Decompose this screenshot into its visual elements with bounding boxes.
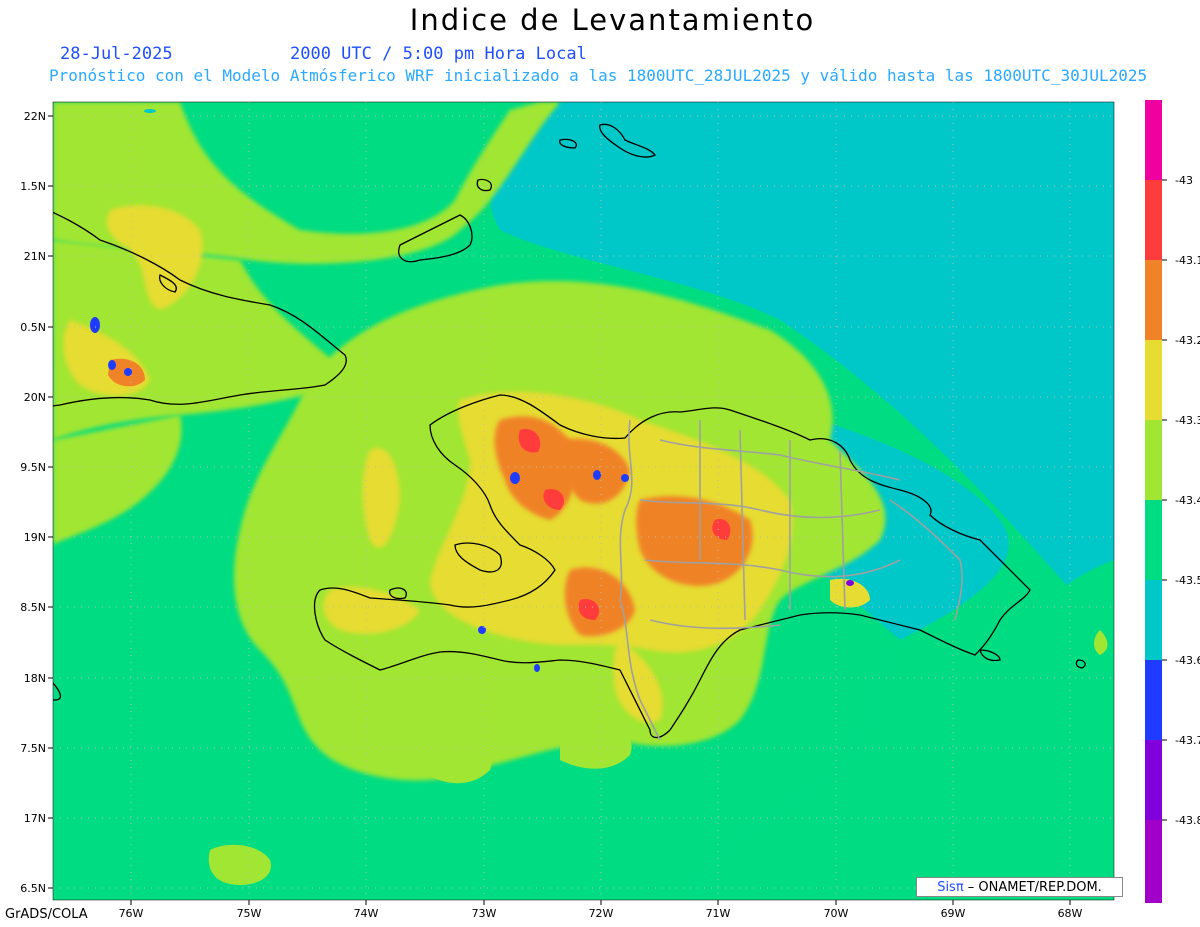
- lat-label: 0.5N: [20, 321, 46, 334]
- lifted-index-map: 22N 1.5N 21N 0.5N 20N 9.5N 19N 8.5N 18N …: [20, 100, 1200, 920]
- colorbar-label: -43.3: [1175, 414, 1200, 427]
- footer-label: GrADS/COLA: [5, 907, 88, 922]
- lon-label: 73W: [472, 907, 497, 920]
- lat-label: 20N: [24, 391, 46, 404]
- credit-text: – ONAMET/REP.DOM.: [963, 880, 1102, 895]
- colorbar-label: -43.6: [1175, 654, 1200, 667]
- colorbar-swatch: [1145, 740, 1162, 821]
- colorbar-label: -43.4: [1175, 494, 1200, 507]
- colorbar-swatch: [1145, 340, 1162, 421]
- lon-label: 71W: [706, 907, 731, 920]
- lat-label: 21N: [24, 250, 46, 263]
- colorbar-label: -43.1: [1175, 254, 1200, 267]
- lat-label: 1.5N: [20, 180, 46, 193]
- colorbar-label: -43.7: [1175, 734, 1200, 747]
- lon-label: 69W: [941, 907, 966, 920]
- lat-label: 17N: [24, 812, 46, 825]
- lat-label: 18N: [24, 672, 46, 685]
- colorbar-swatch: [1145, 260, 1162, 341]
- colorbar-swatch: [1145, 580, 1162, 661]
- colorbar-swatch: [1145, 180, 1162, 261]
- lat-label: 8.5N: [20, 601, 46, 614]
- latitude-axis: 22N 1.5N 21N 0.5N 20N 9.5N 19N 8.5N 18N …: [20, 110, 53, 895]
- brand-logo: Sisπ: [937, 880, 964, 895]
- lon-label: 70W: [824, 907, 849, 920]
- lat-label: 9.5N: [20, 461, 46, 474]
- credit-box: Sisπ – ONAMET/REP.DOM.: [916, 877, 1123, 897]
- colorbar-swatch: [1145, 420, 1162, 501]
- colorbar: -43 -43.1 -43.2 -43.3 -43.4 -43.5 -43.6 …: [1145, 100, 1200, 903]
- longitude-axis: 76W 75W 74W 73W 72W 71W 70W 69W 68W: [119, 900, 1083, 920]
- colorbar-swatch: [1145, 500, 1162, 581]
- lon-label: 68W: [1058, 907, 1083, 920]
- lon-label: 72W: [589, 907, 614, 920]
- lat-label: 19N: [24, 531, 46, 544]
- lon-label: 76W: [119, 907, 144, 920]
- colorbar-label: -43.2: [1175, 334, 1200, 347]
- colorbar-label: -43.5: [1175, 574, 1200, 587]
- colorbar-swatch: [1145, 100, 1162, 182]
- colorbar-swatch: [1145, 820, 1162, 903]
- lat-label: 22N: [24, 110, 46, 123]
- colorbar-label: -43.8: [1175, 814, 1200, 827]
- lat-label: 7.5N: [20, 742, 46, 755]
- lon-label: 75W: [237, 907, 262, 920]
- lat-label: 6.5N: [20, 882, 46, 895]
- colorbar-swatch: [1145, 660, 1162, 741]
- colorbar-label: -43: [1175, 174, 1193, 187]
- lon-label: 74W: [354, 907, 379, 920]
